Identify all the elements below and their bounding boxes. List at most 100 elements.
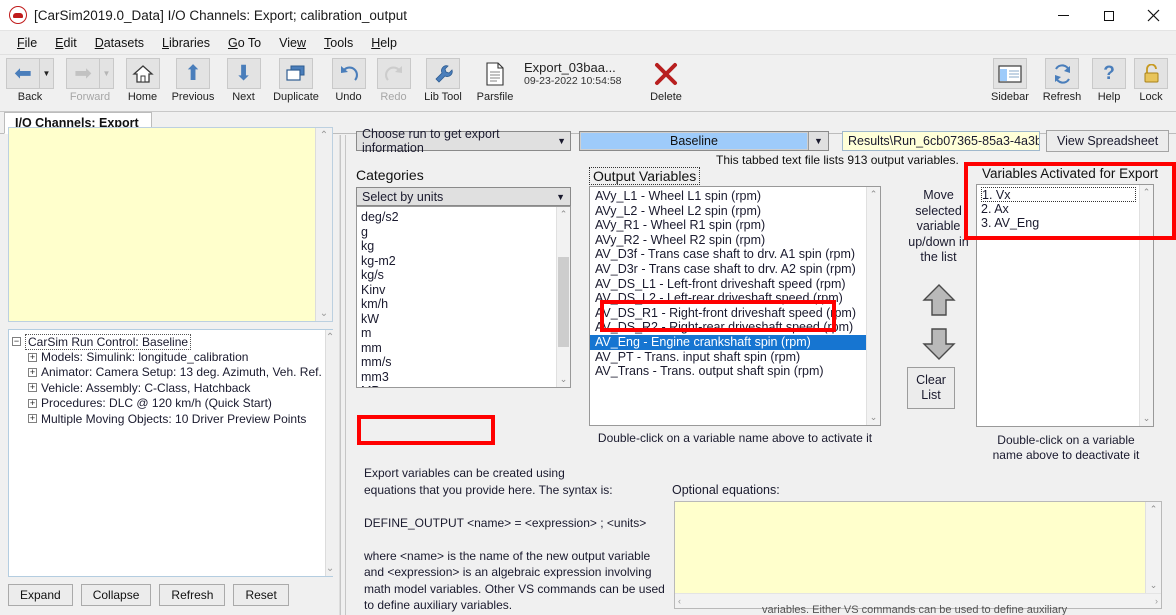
scroll-up-icon[interactable]: ⌃ xyxy=(557,209,570,220)
expand-toggle-icon[interactable]: + xyxy=(28,383,37,393)
list-item[interactable]: AV_DS_R1 - Right-front driveshaft speed … xyxy=(595,306,866,321)
expand-toggle-icon[interactable]: + xyxy=(28,352,37,362)
tree-row-animator[interactable]: + Animator: Camera Setup: 13 deg. Azimut… xyxy=(28,365,322,380)
list-item[interactable]: AV_DS_L1 - Left-front driveshaft speed (… xyxy=(595,277,866,292)
output-variables-listbox[interactable]: AVy_L1 - Wheel L1 spin (rpm) AVy_L2 - Wh… xyxy=(589,186,881,426)
activated-scrollbar[interactable]: ⌃ ⌄ xyxy=(1139,185,1153,426)
list-item[interactable]: kW xyxy=(361,312,556,327)
clear-list-button[interactable]: Clear List xyxy=(907,367,955,409)
close-button[interactable] xyxy=(1131,0,1176,31)
view-spreadsheet-button[interactable]: View Spreadsheet xyxy=(1046,130,1170,152)
collapse-button[interactable]: Collapse xyxy=(80,584,152,606)
list-item[interactable]: g xyxy=(361,225,556,240)
choose-run-dropdown[interactable]: Choose run to get export information ▼ xyxy=(356,127,571,155)
scroll-left-icon[interactable]: ‹ xyxy=(678,596,681,606)
activated-variables-listbox[interactable]: 1. Vx 2. Ax 3. AV_Eng ⌃ ⌄ xyxy=(976,184,1154,427)
parsfile-button[interactable]: Parsfile xyxy=(472,58,518,103)
move-down-button[interactable] xyxy=(921,327,957,361)
notes-scrollbar[interactable]: ⌃ ⌄ xyxy=(315,128,332,321)
tree-row-procedures[interactable]: + Procedures: DLC @ 120 km/h (Quick Star… xyxy=(28,396,322,411)
tree-row-root[interactable]: − CarSim Run Control: Baseline xyxy=(12,333,322,350)
expand-button[interactable]: Expand xyxy=(8,584,73,606)
back-dropdown-caret[interactable]: ▼ xyxy=(40,58,54,89)
list-item[interactable]: 2. Ax xyxy=(981,202,1139,217)
move-up-button[interactable] xyxy=(921,283,957,317)
expand-toggle-icon[interactable]: + xyxy=(28,398,37,408)
menu-libraries[interactable]: Libraries xyxy=(153,33,219,53)
list-item[interactable]: km/h xyxy=(361,297,556,312)
maximize-button[interactable] xyxy=(1086,0,1131,31)
next-button[interactable]: ⬇ Next xyxy=(223,58,264,103)
list-item[interactable]: AV_PT - Trans. input shaft spin (rpm) xyxy=(595,350,866,365)
scroll-down-icon[interactable]: ⌄ xyxy=(1140,413,1153,424)
list-item[interactable]: AV_Trans - Trans. output shaft spin (rpm… xyxy=(595,364,866,379)
list-item[interactable]: AV_D3f - Trans case shaft to drv. A1 spi… xyxy=(595,247,866,262)
scroll-up-icon[interactable]: ⌃ xyxy=(320,128,328,143)
scroll-down-icon[interactable]: ⌄ xyxy=(326,561,334,576)
scroll-up-icon[interactable]: ⌃ xyxy=(1146,504,1161,515)
output-variables-scrollbar[interactable]: ⌃ ⌄ xyxy=(866,187,880,425)
list-item[interactable]: kg/s xyxy=(361,268,556,283)
menu-view[interactable]: View xyxy=(270,33,315,53)
home-button[interactable]: Home xyxy=(122,58,163,103)
equations-vscrollbar[interactable]: ⌃ ⌄ xyxy=(1145,502,1161,593)
list-item[interactable]: AVy_L1 - Wheel L1 spin (rpm) xyxy=(595,189,866,204)
select-by-units-dropdown[interactable]: Select by units ▼ xyxy=(356,187,571,206)
scroll-up-icon[interactable]: ⌃ xyxy=(1140,187,1153,198)
list-item[interactable]: AVy_R2 - Wheel R2 spin (rpm) xyxy=(595,233,866,248)
list-item[interactable]: AVy_R1 - Wheel R1 spin (rpm) xyxy=(595,218,866,233)
tree-row-models[interactable]: + Models: Simulink: longitude_calibratio… xyxy=(28,349,322,364)
scroll-down-icon[interactable]: ⌄ xyxy=(557,374,570,385)
dataset-dropdown[interactable]: Baseline ▼ xyxy=(579,131,829,151)
list-item[interactable]: Kinv xyxy=(361,283,556,298)
units-listbox[interactable]: deg/s2 g kg kg-m2 kg/s Kinv km/h kW m mm… xyxy=(356,206,571,388)
list-item[interactable]: kg xyxy=(361,239,556,254)
expand-toggle-icon[interactable]: + xyxy=(28,367,37,377)
help-button[interactable]: ? Help xyxy=(1090,58,1128,103)
scroll-down-icon[interactable]: ⌄ xyxy=(320,306,328,321)
notes-textarea[interactable]: ⌃ ⌄ xyxy=(8,127,333,322)
menu-file[interactable]: File xyxy=(8,33,46,53)
list-item[interactable]: kg-m2 xyxy=(361,254,556,269)
menu-help[interactable]: Help xyxy=(362,33,406,53)
chevron-down-icon[interactable]: ▼ xyxy=(808,132,828,150)
menu-tools[interactable]: Tools xyxy=(315,33,362,53)
minimize-button[interactable] xyxy=(1041,0,1086,31)
optional-equations-editor[interactable]: ⌃ ⌄ ‹ › xyxy=(674,501,1162,609)
collapse-toggle-icon[interactable]: − xyxy=(12,337,21,347)
list-item[interactable]: m xyxy=(361,326,556,341)
expand-toggle-icon[interactable]: + xyxy=(28,414,37,424)
list-item[interactable]: MPa xyxy=(361,384,556,387)
scroll-down-icon[interactable]: ⌄ xyxy=(1146,580,1161,591)
lib-tool-button[interactable]: Lib Tool xyxy=(418,58,468,103)
list-item[interactable]: AV_DS_L2 - Left-rear driveshaft speed (r… xyxy=(595,291,866,306)
sidebar-button[interactable]: Sidebar xyxy=(986,58,1034,103)
list-item[interactable]: deg/s2 xyxy=(361,210,556,225)
previous-button[interactable]: ⬆ Previous xyxy=(167,58,219,103)
notes-content[interactable] xyxy=(9,128,315,321)
menu-edit[interactable]: Edit xyxy=(46,33,86,53)
list-item-selected-av-eng[interactable]: AV_Eng - Engine crankshaft spin (rpm) xyxy=(590,334,866,350)
menu-goto[interactable]: Go To xyxy=(219,33,270,53)
tree-scrollbar[interactable]: ⌃ ⌄ xyxy=(324,330,335,576)
scroll-up-icon[interactable]: ⌃ xyxy=(867,189,880,200)
scroll-up-icon[interactable]: ⌃ xyxy=(326,330,334,345)
back-button[interactable]: ⬅ ▼ Back xyxy=(2,58,58,103)
run-control-tree[interactable]: − CarSim Run Control: Baseline + Models:… xyxy=(8,329,335,577)
units-scrollbar[interactable]: ⌃ ⌄ xyxy=(556,207,570,387)
scrollbar-thumb[interactable] xyxy=(558,257,569,347)
optional-equations-textarea[interactable] xyxy=(675,502,1145,593)
refresh-tree-button[interactable]: Refresh xyxy=(159,584,226,606)
scroll-down-icon[interactable]: ⌄ xyxy=(867,412,880,423)
reset-button[interactable]: Reset xyxy=(233,584,289,606)
list-item[interactable]: mm xyxy=(361,341,556,356)
list-item[interactable]: AV_D3r - Trans case shaft to drv. A2 spi… xyxy=(595,262,866,277)
list-item[interactable]: AV_DS_R2 - Right-rear driveshaft speed (… xyxy=(595,320,866,335)
refresh-button[interactable]: Refresh xyxy=(1038,58,1086,103)
results-path-field[interactable]: Results\Run_6cb07365-85a3-4a3b-95 xyxy=(842,131,1040,151)
list-item[interactable]: mm3 xyxy=(361,370,556,385)
list-item[interactable]: 3. AV_Eng xyxy=(981,216,1139,231)
tree-row-moving-objects[interactable]: + Multiple Moving Objects: 10 Driver Pre… xyxy=(28,411,322,426)
list-item[interactable]: 1. Vx xyxy=(981,187,1136,202)
lock-button[interactable]: Lock xyxy=(1132,58,1170,103)
